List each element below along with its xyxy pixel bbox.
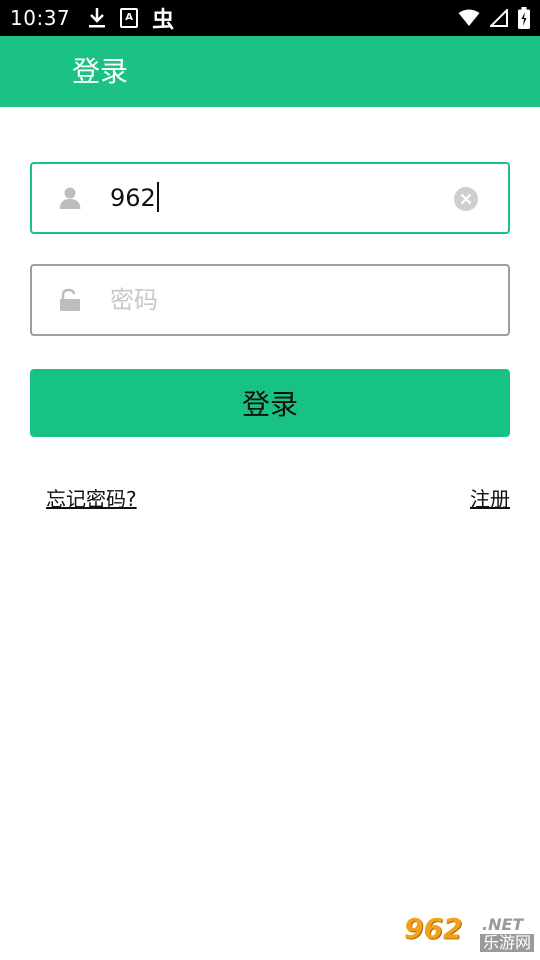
- a-notification-icon: A: [120, 8, 139, 28]
- watermark-site-name: 乐游网: [480, 934, 535, 952]
- password-input[interactable]: 密码: [110, 266, 158, 334]
- username-input[interactable]: 962: [110, 164, 159, 232]
- status-bar: 10:37 A 虫: [0, 0, 540, 36]
- password-field[interactable]: 密码: [30, 264, 510, 336]
- user-icon: [58, 186, 82, 210]
- battery-icon: [518, 7, 530, 29]
- page-title: 登录: [72, 55, 129, 88]
- forgot-password-link[interactable]: 忘记密码?: [46, 483, 137, 512]
- clear-icon[interactable]: [454, 187, 478, 211]
- status-left-icons: A 虫: [88, 2, 174, 34]
- watermark-suffix: .NET: [482, 915, 524, 934]
- status-right-icons: [458, 0, 530, 36]
- username-value: 962: [110, 184, 156, 212]
- signal-icon: [490, 9, 508, 27]
- username-field[interactable]: 962: [30, 162, 510, 234]
- wifi-icon: [458, 9, 480, 27]
- register-link[interactable]: 注册: [470, 483, 510, 512]
- status-time: 10:37: [10, 6, 71, 30]
- text-cursor: [156, 182, 159, 212]
- lock-icon: [58, 288, 82, 312]
- login-button[interactable]: 登录: [30, 369, 510, 437]
- bug-icon: 虫: [152, 8, 175, 33]
- watermark-logo: 962 .NET 乐游网: [404, 912, 536, 956]
- watermark-number: 962: [404, 912, 463, 945]
- app-bar: 登录: [0, 36, 540, 107]
- download-icon: [88, 7, 106, 29]
